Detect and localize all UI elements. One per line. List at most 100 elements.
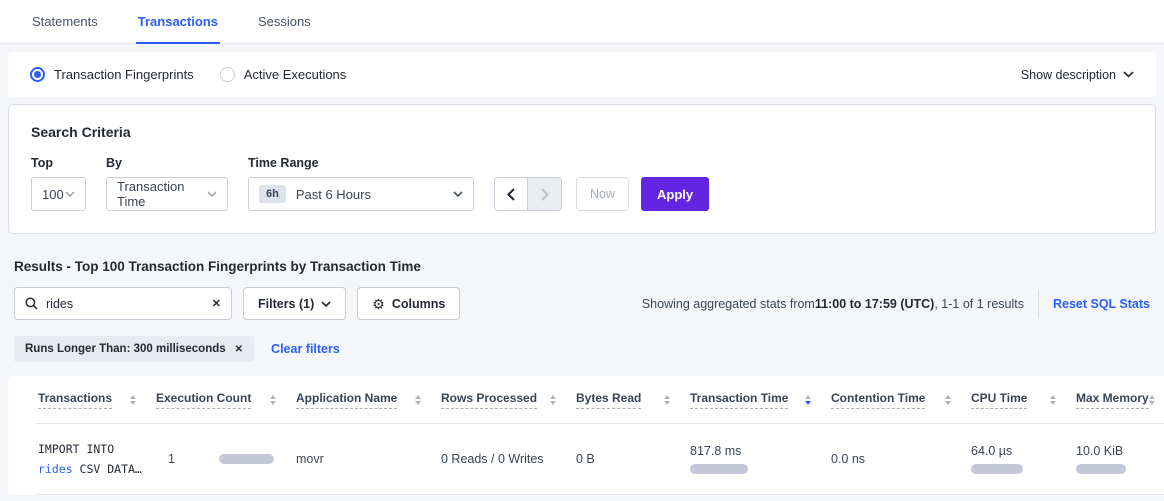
sort-icon[interactable] xyxy=(945,395,951,405)
column-header-max-memory[interactable]: Max Memory xyxy=(1076,391,1164,409)
gear-icon: ⚙ xyxy=(372,297,385,311)
cell-contention-time: 0.0 ns xyxy=(831,424,971,494)
column-header-cpu-time[interactable]: CPU Time xyxy=(971,391,1076,409)
cell-execution-count: 1 xyxy=(156,424,296,494)
sort-icon[interactable] xyxy=(270,395,276,405)
show-description-toggle[interactable]: Show description xyxy=(1021,68,1134,82)
search-criteria-card: Search Criteria Top 100 By Transaction T… xyxy=(8,104,1156,234)
chevron-right-icon xyxy=(541,188,549,201)
sort-icon[interactable] xyxy=(550,395,556,405)
radio-transaction-fingerprints[interactable]: Transaction Fingerprints xyxy=(30,67,194,82)
column-header-rows-processed[interactable]: Rows Processed xyxy=(441,391,576,409)
remove-filter-icon[interactable]: ✕ xyxy=(235,344,243,355)
chevron-down-icon xyxy=(65,191,75,197)
column-header-label[interactable]: Contention Time xyxy=(831,391,925,409)
stats-time-range: 11:00 to 17:59 (UTC) xyxy=(815,297,934,311)
results-table: Transactions Execution Count Application… xyxy=(8,376,1164,495)
tab-bar: Statements Transactions Sessions xyxy=(0,0,1164,44)
results-controls: ✕ Filters (1) ⚙ Columns Showing aggregat… xyxy=(14,287,1150,320)
by-label: By xyxy=(106,156,228,170)
time-range-value: Past 6 Hours xyxy=(296,187,371,202)
time-range-label: Time Range xyxy=(248,156,474,170)
max-memory-bar xyxy=(1076,464,1126,474)
search-icon xyxy=(25,297,38,310)
cell-rows-processed: 0 Reads / 0 Writes xyxy=(441,424,576,494)
application-name-value: movr xyxy=(296,452,431,466)
sort-icon[interactable] xyxy=(664,395,670,405)
cell-application-name: movr xyxy=(296,424,441,494)
columns-button[interactable]: ⚙ Columns xyxy=(357,287,460,320)
max-memory-value: 10.0 KiB xyxy=(1076,444,1158,458)
column-header-contention-time[interactable]: Contention Time xyxy=(831,391,971,409)
chevron-down-icon xyxy=(453,191,463,197)
execution-count-value: 1 xyxy=(168,452,175,466)
by-select-value: Transaction Time xyxy=(117,179,207,209)
sort-icon[interactable] xyxy=(1050,395,1056,405)
reset-sql-stats-link[interactable]: Reset SQL Stats xyxy=(1053,297,1150,311)
chevron-down-icon xyxy=(207,191,217,197)
column-header-label[interactable]: Application Name xyxy=(296,391,397,409)
search-input[interactable] xyxy=(46,297,212,311)
column-header-label[interactable]: Rows Processed xyxy=(441,391,537,409)
sort-icon[interactable] xyxy=(130,395,136,405)
top-select[interactable]: 100 xyxy=(31,177,86,211)
column-header-transactions[interactable]: Transactions xyxy=(38,391,156,409)
row-divider xyxy=(36,494,1164,495)
filter-chip[interactable]: Runs Longer Than: 300 milliseconds ✕ xyxy=(14,336,254,362)
search-input-wrapper: ✕ xyxy=(14,287,232,320)
time-range-select[interactable]: 6h Past 6 Hours xyxy=(248,177,474,211)
time-range-badge: 6h xyxy=(259,185,286,203)
transaction-link[interactable]: rides xyxy=(38,462,73,476)
radio-active-executions[interactable]: Active Executions xyxy=(220,67,347,82)
filters-button[interactable]: Filters (1) xyxy=(243,287,346,320)
apply-button[interactable]: Apply xyxy=(641,177,709,211)
column-header-label[interactable]: CPU Time xyxy=(971,391,1027,409)
transaction-time-value: 817.8 ms xyxy=(690,444,821,458)
column-header-label[interactable]: Bytes Read xyxy=(576,391,641,409)
cell-transaction-fingerprint[interactable]: IMPORT INTO rides CSV DATA… xyxy=(38,424,156,494)
column-header-application-name[interactable]: Application Name xyxy=(296,391,441,409)
time-prev-button[interactable] xyxy=(495,178,528,210)
transaction-statement-line1: IMPORT INTO xyxy=(38,439,146,459)
column-header-execution-count[interactable]: Execution Count xyxy=(156,391,296,409)
vertical-divider xyxy=(1038,290,1039,318)
time-window-nav xyxy=(494,177,562,211)
filter-chip-label: Runs Longer Than: 300 milliseconds xyxy=(25,343,226,355)
execution-count-bar xyxy=(219,454,274,464)
transaction-time-bar xyxy=(690,464,748,474)
cell-bytes-read: 0 B xyxy=(576,424,690,494)
transaction-statement-line2: rides CSV DATA… xyxy=(38,459,146,479)
radio-label: Transaction Fingerprints xyxy=(54,67,194,82)
clear-search-icon[interactable]: ✕ xyxy=(212,297,221,310)
tab-sessions[interactable]: Sessions xyxy=(256,0,313,43)
by-select[interactable]: Transaction Time xyxy=(106,177,228,211)
show-description-label: Show description xyxy=(1021,68,1116,82)
transaction-statement-rest: CSV DATA… xyxy=(73,462,142,476)
time-next-button[interactable] xyxy=(528,178,561,210)
tab-transactions[interactable]: Transactions xyxy=(136,0,220,43)
stats-prefix: Showing aggregated stats from xyxy=(642,297,815,311)
results-heading: Results - Top 100 Transaction Fingerprin… xyxy=(14,259,1164,274)
column-header-transaction-time[interactable]: Transaction Time xyxy=(690,391,831,409)
stats-suffix: , 1-1 of 1 results xyxy=(934,297,1024,311)
rows-processed-value: 0 Reads / 0 Writes xyxy=(441,452,566,466)
column-header-label[interactable]: Execution Count xyxy=(156,391,251,409)
sort-icon-active-desc[interactable] xyxy=(805,395,811,405)
cpu-time-bar xyxy=(971,464,1023,474)
radio-label: Active Executions xyxy=(244,67,347,82)
filters-button-label: Filters (1) xyxy=(258,297,314,311)
now-button[interactable]: Now xyxy=(576,177,629,211)
column-header-label[interactable]: Transaction Time xyxy=(690,391,788,409)
clear-filters-link[interactable]: Clear filters xyxy=(271,342,340,356)
sort-icon[interactable] xyxy=(415,395,421,405)
sort-icon[interactable] xyxy=(1149,395,1155,405)
column-header-bytes-read[interactable]: Bytes Read xyxy=(576,391,690,409)
column-header-label[interactable]: Transactions xyxy=(38,391,112,409)
search-criteria-title: Search Criteria xyxy=(31,124,1133,140)
cell-cpu-time: 64.0 µs xyxy=(971,424,1076,494)
contention-time-value: 0.0 ns xyxy=(831,452,961,466)
cell-max-memory: 10.0 KiB xyxy=(1076,424,1164,494)
column-header-label[interactable]: Max Memory xyxy=(1076,391,1149,409)
table-header-row: Transactions Execution Count Application… xyxy=(8,376,1164,423)
tab-statements[interactable]: Statements xyxy=(30,0,100,43)
